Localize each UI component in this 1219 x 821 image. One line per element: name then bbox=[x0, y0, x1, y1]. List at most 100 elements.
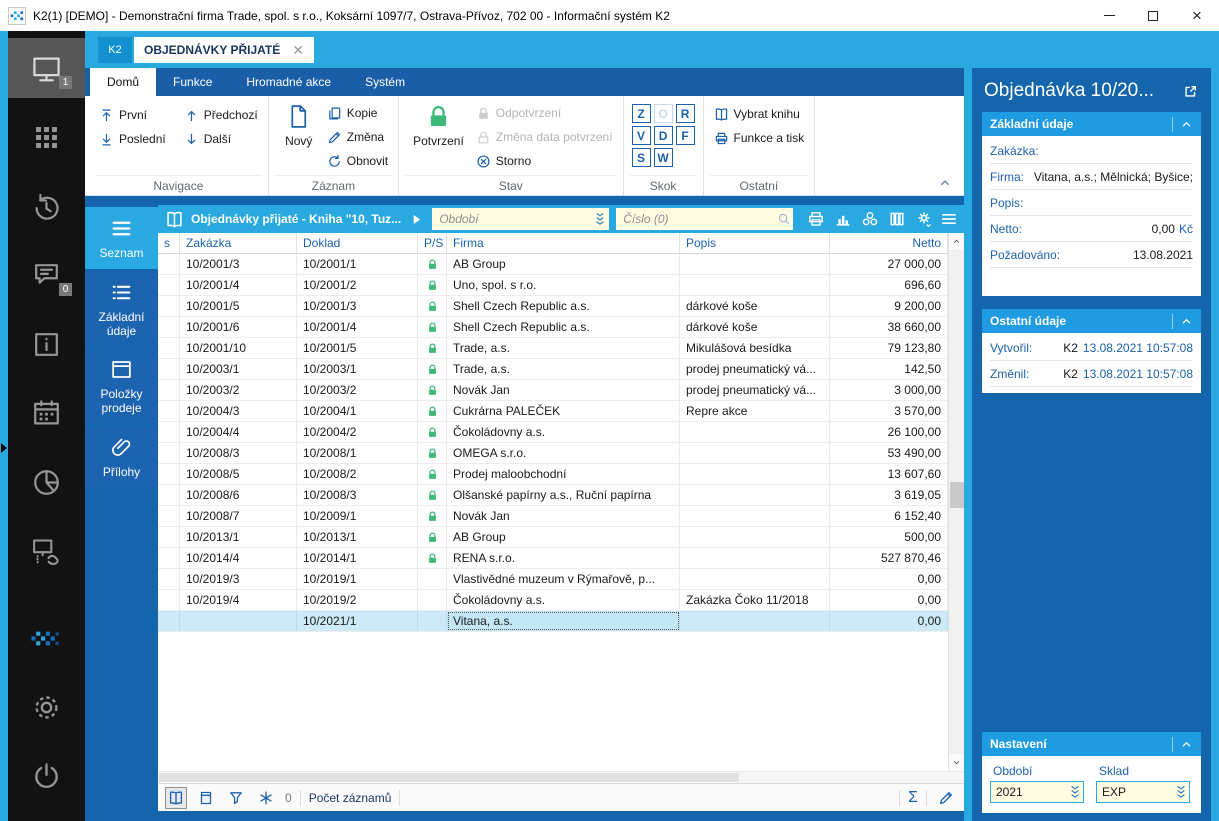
scroll-up-button[interactable] bbox=[949, 233, 965, 250]
close-tab-icon[interactable]: ✕ bbox=[292, 43, 304, 57]
table-row[interactable]: 10/2019/310/2019/1Vlastivědné muzeum v R… bbox=[158, 569, 948, 590]
panel-expander-arrow[interactable] bbox=[1, 443, 7, 453]
search-icon[interactable] bbox=[777, 211, 791, 227]
card-view-button[interactable] bbox=[195, 787, 217, 809]
table-settings-icon[interactable] bbox=[915, 210, 933, 228]
sidebar-item-messages[interactable]: 0 bbox=[8, 245, 85, 305]
columns-icon[interactable] bbox=[888, 210, 906, 228]
column-header-Doklad[interactable]: Doklad bbox=[297, 233, 418, 253]
table-row[interactable]: 10/2019/410/2019/2Čokoládovny a.s.Zakázk… bbox=[158, 590, 948, 611]
card-header[interactable]: Nastavení bbox=[982, 732, 1201, 756]
view-tab-Přílohy[interactable]: Přílohy bbox=[85, 426, 158, 488]
sidebar-item-k2-logo[interactable] bbox=[8, 608, 85, 668]
period-filter-input[interactable]: Období bbox=[432, 208, 609, 230]
minimize-button[interactable] bbox=[1087, 0, 1131, 31]
hscroll-thumb[interactable] bbox=[159, 773, 739, 782]
book-select-arrow-icon[interactable] bbox=[410, 213, 423, 226]
table-row[interactable]: 10/2014/410/2014/1RENA s.r.o.527 870,46 bbox=[158, 548, 948, 569]
ribbon-tab-Funkce[interactable]: Funkce bbox=[156, 68, 229, 96]
ribbon-collapse-icon[interactable] bbox=[938, 176, 952, 190]
jump-button-Z[interactable]: Z bbox=[632, 104, 651, 123]
jump-button-D[interactable]: D bbox=[654, 126, 673, 145]
table-row[interactable]: 10/2008/610/2008/3Olšanské papírny a.s.,… bbox=[158, 485, 948, 506]
ribbon-button-První[interactable]: První bbox=[95, 103, 170, 127]
ribbon-button-Další[interactable]: Další bbox=[180, 127, 262, 151]
scroll-down-button[interactable] bbox=[949, 754, 965, 771]
dropdown-icon[interactable] bbox=[1068, 784, 1082, 800]
table-row[interactable]: 10/2004/410/2004/2Čokoládovny a.s.26 100… bbox=[158, 422, 948, 443]
ribbon-button-Obnovit[interactable]: Obnovit bbox=[323, 149, 392, 173]
maximize-button[interactable] bbox=[1131, 0, 1175, 31]
close-button[interactable]: × bbox=[1175, 0, 1219, 31]
ribbon-button-Storno[interactable]: Storno bbox=[472, 149, 617, 173]
table-row[interactable]: 10/2001/310/2001/1AB Group27 000,00 bbox=[158, 254, 948, 275]
table-row[interactable]: 10/2001/610/2001/4Shell Czech Republic a… bbox=[158, 317, 948, 338]
ribbon-button-Poslední[interactable]: Poslední bbox=[95, 127, 170, 151]
scroll-thumb[interactable] bbox=[950, 482, 964, 508]
column-header-Firma[interactable]: Firma bbox=[447, 233, 680, 253]
table-row[interactable]: 10/2001/510/2001/3Shell Czech Republic a… bbox=[158, 296, 948, 317]
ribbon-button-Změna[interactable]: Změna bbox=[323, 125, 392, 149]
panel-splitter[interactable] bbox=[964, 68, 972, 821]
collapse-icon[interactable] bbox=[1180, 118, 1193, 131]
sidebar-item-settings[interactable] bbox=[8, 677, 85, 737]
field-input-Sklad[interactable]: EXP bbox=[1096, 781, 1190, 803]
sidebar-item-remote-support[interactable] bbox=[8, 521, 85, 581]
confirm-button[interactable]: Potvrzení bbox=[405, 96, 472, 175]
sidebar-item-reports[interactable] bbox=[8, 452, 85, 512]
table-row[interactable]: 10/2001/410/2001/2Uno, spol. s r.o.696,6… bbox=[158, 275, 948, 296]
horizontal-scrollbar[interactable] bbox=[158, 771, 964, 783]
ribbon-button-Předchozí[interactable]: Předchozí bbox=[180, 103, 262, 127]
ribbon-button-Vybrat knihu[interactable]: Vybrat knihu bbox=[710, 102, 809, 126]
view-tab-Položky prodeje[interactable]: Položky prodeje bbox=[85, 348, 158, 424]
table-row[interactable]: 10/2008/510/2008/2Prodej maloobchodní13 … bbox=[158, 464, 948, 485]
table-row[interactable]: 10/2008/310/2008/1OMEGA s.r.o.53 490,00 bbox=[158, 443, 948, 464]
sum-button[interactable]: Σ bbox=[908, 789, 918, 807]
tab-objednavky-prijate[interactable]: OBJEDNÁVKY PŘIJATÉ ✕ bbox=[134, 37, 314, 63]
table-row[interactable]: 10/2004/310/2004/1Cukrárna PALEČEKRepre … bbox=[158, 401, 948, 422]
new-button[interactable]: Nový bbox=[275, 96, 323, 175]
table-row[interactable]: 10/2001/1010/2001/5Trade, a.s.Mikulášová… bbox=[158, 338, 948, 359]
jump-button-R[interactable]: R bbox=[676, 104, 695, 123]
column-header-s[interactable]: s bbox=[158, 233, 180, 253]
sidebar-item-desktop[interactable]: 1 bbox=[8, 38, 85, 98]
ribbon-tab-Domů[interactable]: Domů bbox=[90, 68, 156, 96]
table-row[interactable]: 10/2003/210/2003/2Novák Janprodej pneuma… bbox=[158, 380, 948, 401]
open-in-window-icon[interactable] bbox=[1182, 83, 1199, 100]
record-count-label[interactable]: Počet záznamů bbox=[309, 791, 392, 805]
column-header-Popis[interactable]: Popis bbox=[680, 233, 830, 253]
table-menu-icon[interactable] bbox=[940, 210, 958, 228]
column-header-Zakázka[interactable]: Zakázka bbox=[180, 233, 297, 253]
star-filter-button[interactable] bbox=[255, 787, 277, 809]
number-filter-input[interactable]: Číslo (0) bbox=[616, 208, 793, 230]
sidebar-item-modules[interactable] bbox=[8, 107, 85, 167]
table-row[interactable]: 10/2003/110/2003/1Trade, a.s.prodej pneu… bbox=[158, 359, 948, 380]
book-view-button[interactable] bbox=[165, 787, 187, 809]
dropdown-icon[interactable] bbox=[593, 211, 607, 227]
workflow-icon[interactable] bbox=[861, 210, 879, 228]
sidebar-item-calendar[interactable] bbox=[8, 383, 85, 443]
jump-button-S[interactable]: S bbox=[632, 148, 651, 167]
sidebar-item-info[interactable] bbox=[8, 314, 85, 374]
ribbon-button-Kopie[interactable]: Kopie bbox=[323, 101, 392, 125]
dropdown-icon[interactable] bbox=[1174, 784, 1188, 800]
collapse-icon[interactable] bbox=[1180, 315, 1193, 328]
column-header-Netto[interactable]: Netto bbox=[830, 233, 948, 253]
ribbon-tab-Systém[interactable]: Systém bbox=[348, 68, 422, 96]
table-row[interactable]: 10/2021/1Vitana, a.s.0,00 bbox=[158, 611, 948, 632]
scroll-track[interactable] bbox=[949, 250, 965, 754]
card-header[interactable]: Základní údaje bbox=[982, 112, 1201, 136]
jump-button-V[interactable]: V bbox=[632, 126, 651, 145]
column-header-P/S[interactable]: P/S bbox=[418, 233, 447, 253]
book-icon[interactable] bbox=[165, 210, 184, 229]
view-tab-Seznam[interactable]: Seznam bbox=[85, 207, 158, 269]
field-input-Období[interactable]: 2021 bbox=[990, 781, 1084, 803]
tab-k2[interactable]: K2 bbox=[98, 37, 132, 63]
print-icon[interactable] bbox=[807, 210, 825, 228]
ribbon-tab-Hromadné akce[interactable]: Hromadné akce bbox=[229, 68, 348, 96]
table-row[interactable]: 10/2008/710/2009/1Novák Jan6 152,40 bbox=[158, 506, 948, 527]
jump-button-W[interactable]: W bbox=[654, 148, 673, 167]
sidebar-item-history[interactable] bbox=[8, 176, 85, 236]
jump-button-F[interactable]: F bbox=[676, 126, 695, 145]
book-title[interactable]: Objednávky přijaté - Kniha "10, Tuz... bbox=[191, 212, 401, 226]
